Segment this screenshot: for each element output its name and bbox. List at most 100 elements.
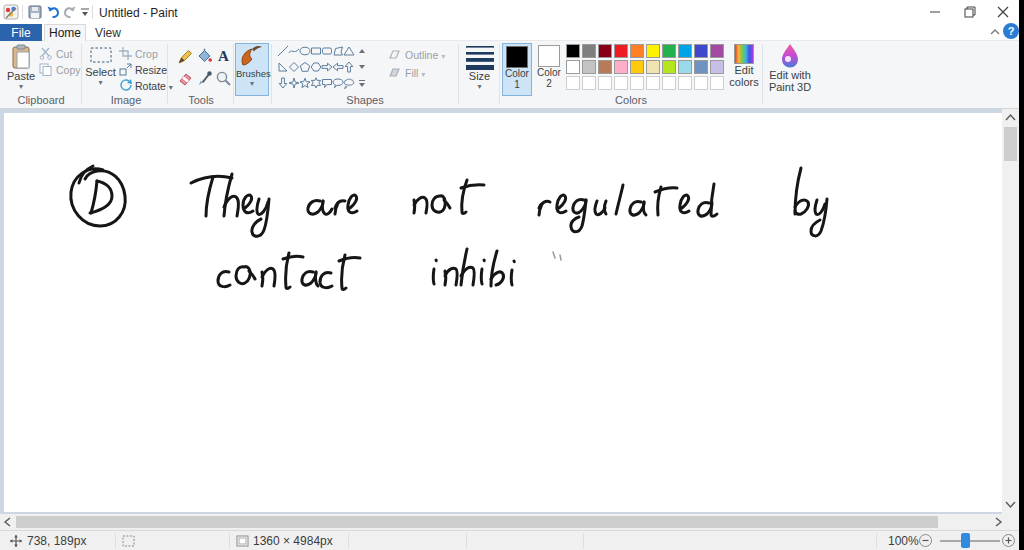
resize-label[interactable]: Resize (135, 64, 167, 76)
rotate-label[interactable]: Rotate ▾ (135, 80, 173, 92)
shape-cloud-callout[interactable] (343, 77, 355, 89)
help-icon[interactable]: ? (1003, 23, 1019, 39)
status-separator (466, 533, 467, 549)
scroll-up-arrow[interactable] (1002, 112, 1019, 124)
zoom-slider-thumb[interactable] (961, 533, 970, 548)
vertical-scrollbar[interactable] (1002, 109, 1019, 514)
scroll-right-arrow[interactable] (992, 516, 1004, 528)
eraser-tool-icon[interactable] (177, 70, 194, 87)
colors-group-label: Colors (502, 94, 760, 106)
outline-label[interactable]: Outline ▾ (405, 49, 445, 61)
zoom-out-button[interactable] (919, 534, 932, 547)
quick-access-dropdown[interactable] (79, 7, 91, 19)
tab-home[interactable]: Home (44, 24, 86, 41)
image-size-icon (236, 535, 249, 547)
tab-file[interactable]: File (0, 24, 42, 41)
collapse-ribbon-icon[interactable] (989, 27, 1001, 37)
cut-label[interactable]: Cut (56, 48, 72, 60)
palette-empty-slot[interactable] (566, 76, 580, 90)
outline-icon[interactable] (388, 48, 401, 60)
drawing-canvas[interactable] (4, 113, 1002, 512)
color2-swatch (538, 45, 560, 67)
restore-button[interactable] (953, 0, 987, 24)
status-bar: 738, 189px 1360 × 4984px 100% (0, 530, 1019, 550)
color2-button[interactable]: Color 2 (534, 43, 564, 96)
close-button[interactable] (986, 0, 1019, 24)
status-separator (229, 533, 230, 549)
copy-label[interactable]: Copy (56, 64, 81, 76)
palette-empty-slot[interactable] (710, 76, 724, 90)
palette-color-#ffffff[interactable] (566, 60, 580, 74)
palette-color-#ffc90e[interactable] (630, 60, 644, 74)
brushes-button[interactable]: Brushes ▾ (235, 43, 269, 96)
paste-button[interactable]: Paste ▾ (5, 44, 37, 94)
palette-color-#00a2e8[interactable] (678, 44, 692, 58)
edit-colors-icon (734, 44, 754, 64)
shape-up-arrow[interactable] (343, 61, 355, 73)
edit-colors-button[interactable]: Edit colors (726, 44, 762, 94)
palette-empty-slot[interactable] (582, 76, 596, 90)
palette-color-#7f7f7f[interactable] (582, 44, 596, 58)
palette-color-#99d9ea[interactable] (678, 60, 692, 74)
paste-label: Paste (5, 70, 37, 82)
shape-triangle[interactable] (343, 45, 355, 57)
pencil-tool-icon[interactable] (177, 48, 194, 65)
palette-empty-slot[interactable] (694, 76, 708, 90)
palette-color-#ffaec9[interactable] (614, 60, 628, 74)
size-button[interactable]: Size ▾ (461, 44, 498, 94)
fill-tool-icon[interactable] (196, 48, 213, 65)
palette-color-#fff200[interactable] (646, 44, 660, 58)
handwriting-ink (4, 113, 1002, 512)
palette-color-#22b14c[interactable] (662, 44, 676, 58)
cut-icon[interactable] (39, 47, 53, 60)
tab-view[interactable]: View (88, 24, 128, 41)
minimize-button[interactable] (918, 0, 952, 24)
fill-icon[interactable] (388, 66, 401, 78)
vertical-scrollbar-thumb[interactable] (1004, 127, 1017, 161)
copy-icon[interactable] (39, 63, 53, 76)
palette-empty-slot[interactable] (646, 76, 660, 90)
crop-icon[interactable] (119, 47, 132, 60)
fill-label[interactable]: Fill ▾ (405, 67, 425, 79)
color-picker-tool-icon[interactable] (196, 70, 213, 87)
scroll-down-arrow[interactable] (1002, 499, 1019, 511)
palette-color-#efe4b0[interactable] (646, 60, 660, 74)
palette-color-#b97a57[interactable] (598, 60, 612, 74)
palette-color-#b5e61d[interactable] (662, 60, 676, 74)
palette-color-#c8bfe7[interactable] (710, 60, 724, 74)
color1-button[interactable]: Color 1 (502, 43, 532, 96)
select-button[interactable]: Select ▾ (84, 44, 117, 94)
horizontal-scrollbar-thumb[interactable] (16, 516, 938, 528)
paint3d-label-line1: Edit with (766, 69, 814, 81)
crop-label[interactable]: Crop (135, 48, 158, 60)
save-button[interactable] (27, 4, 43, 20)
palette-empty-slot[interactable] (598, 76, 612, 90)
palette-color-#880015[interactable] (598, 44, 612, 58)
workspace (0, 109, 1019, 514)
palette-color-#ed1c24[interactable] (614, 44, 628, 58)
resize-icon[interactable] (119, 63, 132, 76)
undo-button[interactable] (45, 4, 61, 20)
redo-button[interactable] (62, 4, 78, 20)
palette-color-#ff7f27[interactable] (630, 44, 644, 58)
palette-empty-slot[interactable] (630, 76, 644, 90)
palette-color-#a349a4[interactable] (710, 44, 724, 58)
palette-empty-slot[interactable] (662, 76, 676, 90)
palette-color-#3f48cc[interactable] (694, 44, 708, 58)
shapes-scroll-up-icon[interactable] (357, 47, 367, 55)
shapes-more-icon[interactable] (357, 79, 367, 89)
zoom-slider-track[interactable] (940, 540, 1000, 542)
palette-empty-slot[interactable] (678, 76, 692, 90)
scroll-left-arrow[interactable] (2, 516, 14, 528)
magnifier-tool-icon[interactable] (215, 70, 232, 87)
zoom-in-button[interactable] (1002, 534, 1015, 547)
rotate-icon[interactable] (119, 79, 132, 92)
edit-with-paint3d-button[interactable]: Edit with Paint 3D (766, 43, 814, 96)
palette-color-#c3c3c3[interactable] (582, 60, 596, 74)
palette-empty-slot[interactable] (614, 76, 628, 90)
shapes-scroll-down-icon[interactable] (357, 63, 367, 71)
select-dropdown-arrow: ▾ (98, 78, 102, 87)
palette-color-#000000[interactable] (566, 44, 580, 58)
palette-color-#7092be[interactable] (694, 60, 708, 74)
text-tool-icon[interactable]: A (215, 47, 232, 64)
